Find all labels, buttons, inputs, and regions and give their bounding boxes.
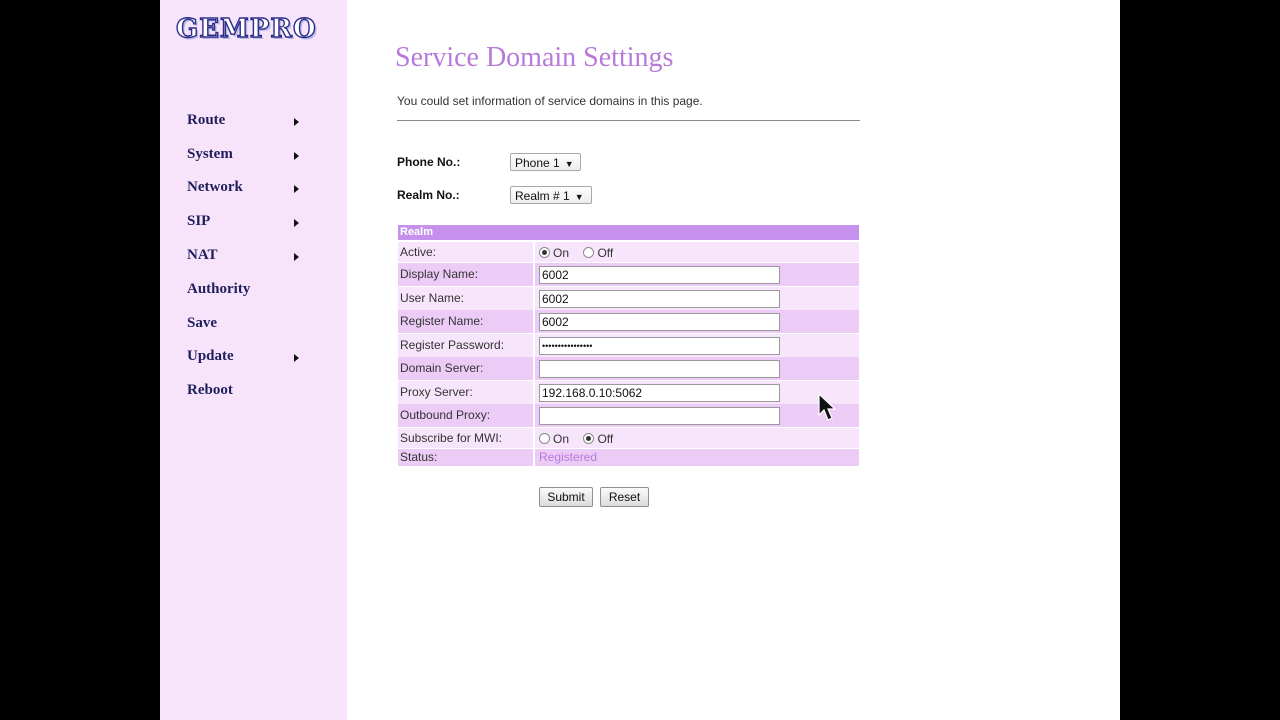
nav-nat-label: NAT (187, 247, 218, 263)
nav-authority-label: Authority (187, 281, 251, 297)
nav-update-label: Update (187, 348, 234, 364)
phone-select[interactable]: Phone 1 ▼ (510, 153, 581, 171)
table-row-outbound-proxy: Outbound Proxy: (398, 404, 859, 427)
status-value: Registered (535, 449, 859, 466)
nav-network-label: Network (187, 179, 243, 195)
table-row-proxy-server: Proxy Server: 192.168.0.10:5062 (398, 381, 859, 404)
nav-save[interactable]: Save (187, 315, 317, 339)
table-row-domain-server: Domain Server: (398, 357, 859, 380)
main-content: Service Domain Settings You could set in… (347, 0, 1120, 720)
nav-system-label: System (187, 146, 233, 162)
active-label: Active: (398, 242, 533, 262)
divider (397, 120, 860, 121)
table-row-register-name: Register Name: 6002 (398, 310, 859, 333)
proxy-server-input[interactable]: 192.168.0.10:5062 (539, 384, 780, 402)
nav-sip-label: SIP (187, 213, 211, 229)
display-name-input[interactable]: 6002 (539, 266, 780, 284)
dropdown-arrow-icon: ▼ (564, 159, 574, 169)
submenu-arrow-icon (294, 253, 299, 261)
submenu-arrow-icon (294, 354, 299, 362)
realm-table-header: Realm (398, 225, 859, 240)
nav-network[interactable]: Network (187, 179, 317, 203)
domain-server-label: Domain Server: (398, 357, 533, 380)
active-radio-group: On Off (535, 242, 859, 262)
nav-route-label: Route (187, 112, 226, 128)
nav-system[interactable]: System (187, 146, 317, 170)
nav-route[interactable]: Route (187, 112, 317, 136)
reset-button[interactable]: Reset (600, 487, 649, 507)
active-on-radio[interactable] (539, 247, 550, 258)
table-row-register-password: Register Password: •••••••••••••••• (398, 334, 859, 357)
submit-button[interactable]: Submit (539, 487, 593, 507)
nav-save-label: Save (187, 315, 217, 331)
mwi-radio-group: On Off (535, 428, 859, 448)
submenu-arrow-icon (294, 185, 299, 193)
outbound-proxy-label: Outbound Proxy: (398, 404, 533, 427)
nav-authority[interactable]: Authority (187, 281, 317, 305)
realm-label: Realm No.: (397, 188, 460, 202)
dropdown-arrow-icon: ▼ (574, 192, 584, 202)
submenu-arrow-icon (294, 219, 299, 227)
active-off-label: Off (597, 246, 614, 260)
table-row-display-name: Display Name: 6002 (398, 263, 859, 286)
user-name-label: User Name: (398, 287, 533, 310)
phone-label: Phone No.: (397, 155, 461, 169)
register-name-label: Register Name: (398, 310, 533, 333)
submenu-arrow-icon (294, 152, 299, 160)
active-off-radio[interactable] (583, 247, 595, 258)
nav-reboot-label: Reboot (187, 382, 233, 398)
domain-server-input[interactable] (539, 360, 780, 378)
table-row-mwi: Subscribe for MWI: On Off (398, 428, 859, 448)
outbound-proxy-input[interactable] (539, 407, 780, 425)
mwi-on-label: On (553, 432, 570, 446)
active-on-label: On (553, 246, 570, 260)
realm-select[interactable]: Realm # 1 ▼ (510, 186, 592, 204)
sidebar: GEMPRO Route System Network SIP NAT Auth… (160, 0, 347, 720)
nav-sip[interactable]: SIP (187, 213, 317, 237)
table-row-active: Active: On Off (398, 242, 859, 262)
mouse-cursor-icon (818, 393, 837, 421)
display-name-label: Display Name: (398, 263, 533, 286)
register-name-input[interactable]: 6002 (539, 313, 780, 331)
submenu-arrow-icon (294, 118, 299, 126)
realm-select-value: Realm # 1 (515, 189, 570, 203)
mwi-label: Subscribe for MWI: (398, 428, 533, 448)
proxy-server-label: Proxy Server: (398, 381, 533, 404)
nav-nat[interactable]: NAT (187, 247, 317, 271)
page-title: Service Domain Settings (395, 42, 674, 73)
phone-select-value: Phone 1 (515, 156, 560, 170)
mwi-off-label: Off (597, 432, 614, 446)
page-description: You could set information of service dom… (397, 94, 703, 108)
table-row-status: Status: Registered (398, 449, 859, 466)
nav-reboot[interactable]: Reboot (187, 382, 317, 406)
user-name-input[interactable]: 6002 (539, 290, 780, 308)
register-password-label: Register Password: (398, 334, 533, 357)
nav-update[interactable]: Update (187, 348, 317, 372)
mwi-on-radio[interactable] (539, 433, 550, 444)
register-password-input[interactable]: •••••••••••••••• (539, 337, 780, 355)
gempro-logo: GEMPRO (175, 13, 317, 44)
mwi-off-radio[interactable] (583, 433, 595, 444)
status-label: Status: (398, 449, 533, 466)
table-row-user-name: User Name: 6002 (398, 287, 859, 310)
